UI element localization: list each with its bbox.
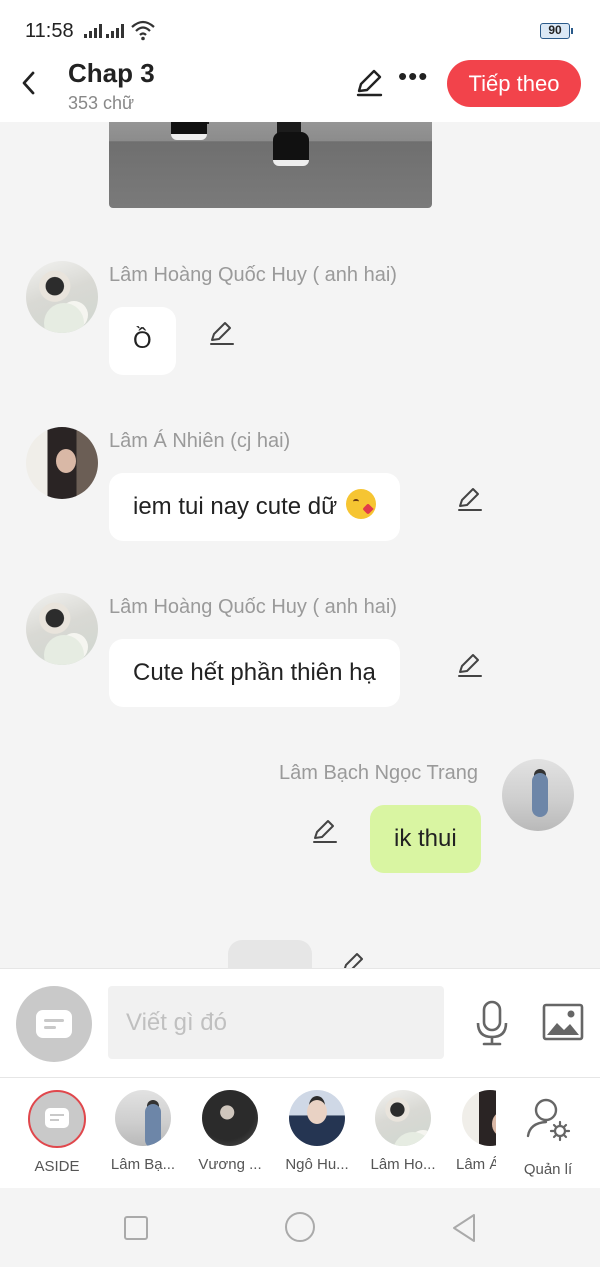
- edit-message-icon[interactable]: [340, 950, 368, 968]
- edit-message-icon[interactable]: [456, 485, 484, 513]
- next-button[interactable]: Tiếp theo: [447, 60, 581, 107]
- character-name: Ngô Hu...: [285, 1156, 349, 1173]
- character-aside[interactable]: ASIDE: [14, 1090, 100, 1175]
- back-button[interactable]: [14, 68, 44, 98]
- nav-back-button[interactable]: [450, 1212, 478, 1244]
- character-name: Lâm Ho...: [370, 1156, 436, 1173]
- message-input[interactable]: [108, 986, 444, 1059]
- character-name: ASIDE: [34, 1158, 80, 1175]
- chat-photo[interactable]: [109, 122, 432, 208]
- status-bar: 11:58 90: [0, 0, 600, 60]
- sender-name: Lâm Bạch Ngọc Trang: [279, 762, 478, 784]
- sender-name: Lâm Á Nhiên (cj hai): [109, 430, 291, 452]
- image-icon[interactable]: [542, 1003, 584, 1041]
- home-button[interactable]: [285, 1212, 315, 1242]
- status-time: 11:58: [25, 20, 74, 42]
- sender-name: Lâm Hoàng Quốc Huy ( anh hai): [109, 596, 397, 618]
- aside-toggle-button[interactable]: [16, 986, 92, 1062]
- character-item[interactable]: Vương ...: [187, 1090, 273, 1173]
- user-settings-icon: [526, 1098, 571, 1142]
- aside-icon: [36, 1010, 72, 1038]
- character-name: Vương ...: [198, 1156, 262, 1173]
- character-name: Quản lí: [523, 1161, 573, 1178]
- avatar: [375, 1090, 431, 1146]
- message-bubble[interactable]: ik thui: [370, 805, 481, 873]
- battery-icon: 90: [540, 23, 573, 39]
- word-count: 353 chữ: [68, 93, 135, 113]
- chapter-header: Chap 3 353 chữ ••• Tiếp theo: [0, 58, 600, 122]
- recent-apps-button[interactable]: [124, 1216, 148, 1240]
- aside-icon: [28, 1090, 86, 1148]
- avatar[interactable]: [502, 759, 574, 831]
- edit-message-icon[interactable]: [456, 651, 484, 679]
- edit-message-icon[interactable]: [311, 817, 339, 845]
- character-name: Lâm Á: [456, 1156, 496, 1173]
- message-bubble[interactable]: Ồ: [109, 307, 176, 375]
- edit-message-icon[interactable]: [208, 319, 236, 347]
- character-bar: ASIDE Lâm Bạ... Vương ... Ngô Hu... Lâm …: [0, 1078, 600, 1188]
- avatar: [289, 1090, 345, 1146]
- avatar[interactable]: [26, 261, 98, 333]
- avatar[interactable]: [26, 593, 98, 665]
- message-bubble[interactable]: Cute hết phần thiên hạ: [109, 639, 400, 707]
- wifi-icon: [131, 20, 155, 41]
- sender-name: Lâm Hoàng Quốc Huy ( anh hai): [109, 264, 397, 286]
- character-item[interactable]: Ngô Hu...: [274, 1090, 360, 1173]
- message-composer: [0, 968, 600, 1078]
- avatar: [462, 1090, 496, 1146]
- kiss-emoji-icon: [345, 489, 376, 519]
- manage-characters-button[interactable]: Quản lí: [505, 1090, 591, 1178]
- character-item[interactable]: Lâm Bạ...: [100, 1090, 186, 1173]
- edit-chapter-button[interactable]: [354, 68, 384, 98]
- message-bubble[interactable]: [228, 940, 312, 968]
- signal-icon: [84, 22, 102, 38]
- character-name: Lâm Bạ...: [110, 1156, 176, 1173]
- microphone-icon[interactable]: [472, 999, 512, 1047]
- message-text: iem tui nay cute dữ: [133, 493, 338, 520]
- system-nav-bar: [0, 1188, 600, 1267]
- message-bubble[interactable]: iem tui nay cute dữ: [109, 473, 400, 541]
- character-item[interactable]: Lâm Ho...: [360, 1090, 446, 1173]
- chapter-title: Chap 3: [68, 58, 155, 88]
- chat-area[interactable]: Lâm Hoàng Quốc Huy ( anh hai) Ồ Lâm Á Nh…: [0, 122, 600, 968]
- more-options-button[interactable]: •••: [398, 63, 428, 96]
- avatar: [115, 1090, 171, 1146]
- avatar[interactable]: [26, 427, 98, 499]
- signal-icon-2: [106, 22, 124, 38]
- avatar: [202, 1090, 258, 1146]
- character-item[interactable]: Lâm Á: [446, 1090, 496, 1173]
